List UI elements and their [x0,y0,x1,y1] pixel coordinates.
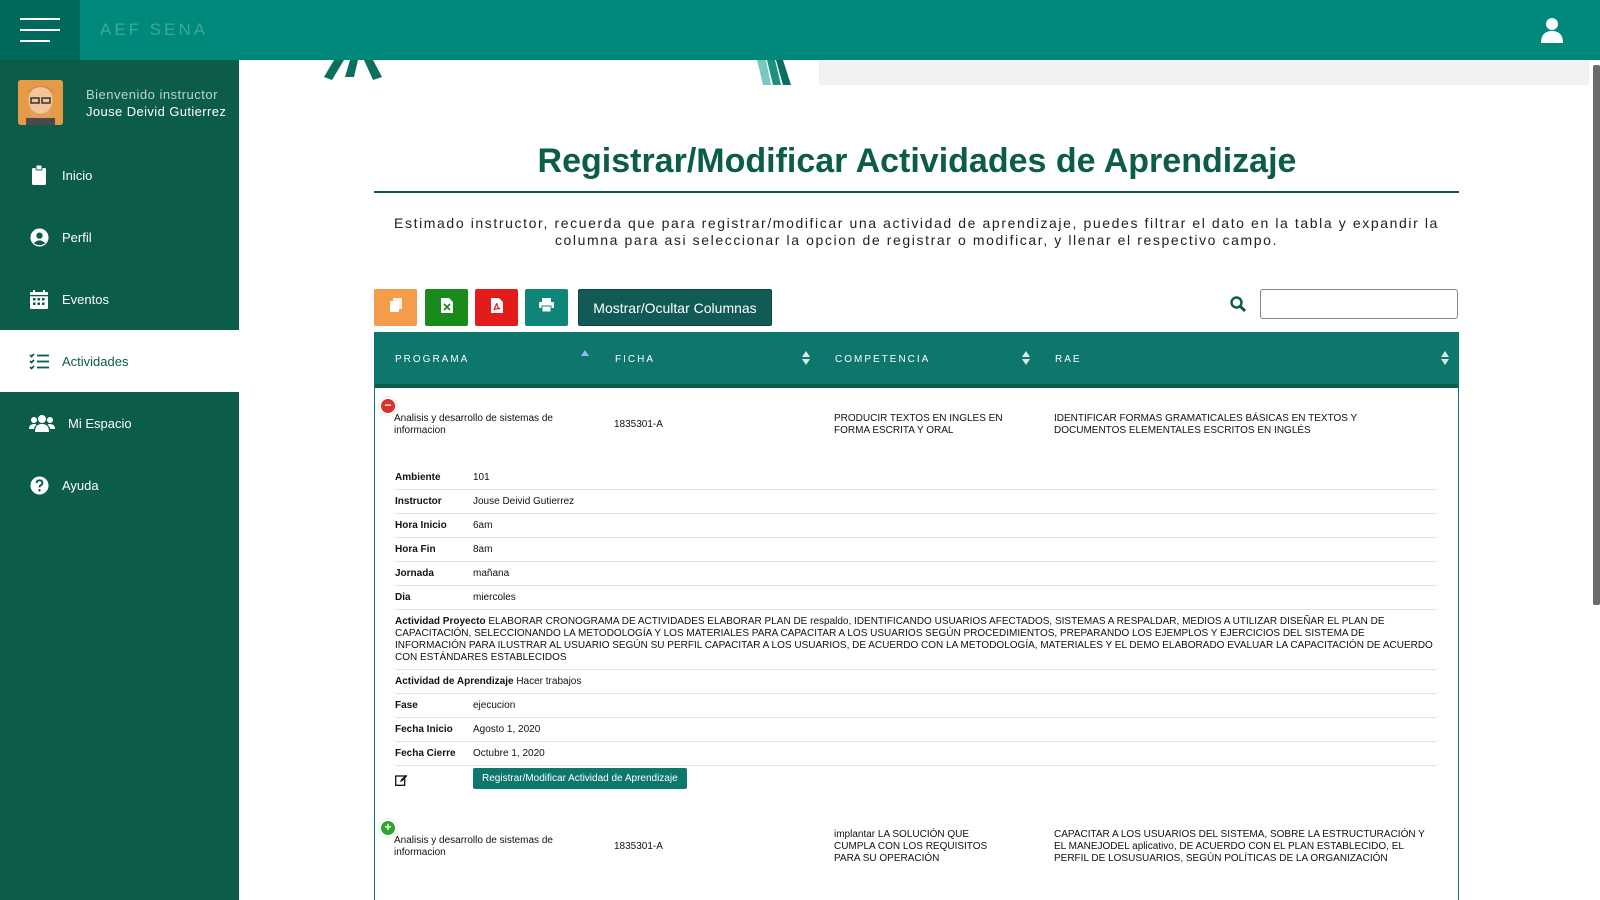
cell-rae: IDENTIFICAR FORMAS GRAMATICALES BÁSICAS … [1054,413,1358,436]
hamburger-line [20,40,50,42]
detail-actividad-aprendizaje: Actividad de Aprendizaje Hacer trabajos [395,670,1437,694]
sort-icon[interactable] [1441,350,1449,366]
detail-fecha-inicio: Fecha Inicio Agosto 1, 2020 [395,718,1437,742]
cell-rae: CAPACITAR A LOS USUARIOS DEL SISTEMA, SO… [1054,829,1425,864]
print-button[interactable] [525,289,568,326]
register-activity-button[interactable]: Registrar/Modificar Actividad de Aprendi… [473,768,687,789]
sidebar-item-label: Mi Espacio [68,415,132,431]
sort-icon[interactable] [1022,350,1030,366]
sidebar-item-eventos[interactable]: Eventos [0,268,239,330]
sidebar-item-label: Eventos [62,291,109,307]
user-profile: Bienvenido instructor Jouse Deivid Gutie… [0,60,239,150]
app-brand: AEF SENA [100,20,209,39]
sidebar-item-label: Inicio [62,167,93,183]
help-icon [28,474,50,496]
column-header-rae[interactable]: RAE [1055,354,1082,365]
cell-ficha: 1835301-A [614,841,663,852]
detail-hora-inicio: Hora Inicio 6am [395,514,1437,538]
search-icon [1230,296,1248,314]
task-list-icon [28,350,50,372]
sidebar-item-label: Ayuda [62,477,99,493]
excel-icon [440,297,453,318]
detail-actions: Registrar/Modificar Actividad de Aprendi… [395,766,1437,791]
row-detail: Ambiente 101 Instructor Jouse Deivid Gutie… [395,466,1437,791]
user-circle-icon [28,226,50,248]
cell-programa: Analisis y desarrollo de sistemas de inf… [394,413,553,436]
excel-button[interactable] [425,289,468,326]
main-content: Registrar/Modificar Actividades de Apren… [239,60,1600,900]
sidebar-item-perfil[interactable]: Perfil [0,206,239,268]
toggle-columns-button[interactable]: Mostrar/Ocultar Columnas [578,289,772,326]
column-header-programa[interactable]: PROGRAMA [395,354,469,365]
pdf-icon [490,297,503,318]
banner-strip [239,60,1600,85]
detail-hora-fin: Hora Fin 8am [395,538,1437,562]
banner-grey [819,60,1589,85]
user-name: Jouse Deivid Gutierrez [86,104,227,119]
user-menu-icon[interactable] [1540,17,1564,43]
detail-fecha-cierre: Fecha Cierre Octubre 1, 2020 [395,742,1437,766]
print-icon [539,298,554,317]
edit-icon [395,773,408,791]
column-header-ficha[interactable]: FICHA [615,354,655,365]
detail-dia: Dia miercoles [395,586,1437,610]
scrollbar[interactable] [1593,65,1600,605]
search-input[interactable] [1260,289,1458,319]
sidebar-item-actividades[interactable]: Actividades [0,330,239,392]
sidebar-item-ayuda[interactable]: Ayuda [0,454,239,516]
hamburger-line [20,18,60,20]
pdf-button[interactable] [475,289,518,326]
table-header: PROGRAMA FICHA COMPETENCIA RAE [375,332,1458,388]
detail-actividad-proyecto: Actividad Proyecto ELABORAR CRONOGRAMA D… [395,610,1437,670]
sidebar-item-label: Actividades [62,353,129,369]
detail-ambiente: Ambiente 101 [395,466,1437,490]
logo-fragment [757,60,791,85]
column-header-competencia[interactable]: COMPETENCIA [835,354,930,365]
cell-ficha: 1835301-A [614,419,663,430]
cell-competencia: implantar LA SOLUCIÓN QUE CUMPLA CON LOS… [834,829,988,864]
top-bar: AEF SENA [0,0,1600,60]
sort-asc-icon[interactable] [581,349,589,357]
welcome-text: Bienvenido instructor [86,87,218,102]
cell-competencia: PRODUCIR TEXTOS EN INGLES EN FORMA ESCRI… [834,413,1003,436]
detail-fase: Fase ejecucion [395,694,1437,718]
menu-toggle-button[interactable] [0,0,80,60]
detail-jornada: Jornada mañana [395,562,1437,586]
hamburger-line [20,29,60,31]
sidebar-item-inicio[interactable]: Inicio [0,144,239,206]
sidebar-item-mi-espacio[interactable]: Mi Espacio [0,392,239,454]
clipboard-icon [28,164,50,186]
intro-text: Estimado instructor, recuerda que para r… [394,215,1439,248]
avatar [18,80,63,125]
detail-instructor: Instructor Jouse Deivid Gutierrez [395,490,1437,514]
page-title: Registrar/Modificar Actividades de Apren… [537,142,1297,180]
activities-table: PROGRAMA FICHA COMPETENCIA RAE − Analisi… [374,332,1459,900]
sort-icon[interactable] [802,350,810,366]
copy-button[interactable] [374,289,417,326]
copy-icon [389,298,402,317]
collapse-row-button[interactable]: − [381,399,395,413]
expand-row-button[interactable]: + [381,821,395,835]
sidebar: Bienvenido instructor Jouse Deivid Gutie… [0,60,239,900]
users-icon [28,412,56,434]
cell-programa: Analisis y desarrollo de sistemas de inf… [394,835,553,858]
table-row[interactable]: − Analisis y desarrollo de sistemas de i… [375,392,1458,452]
logo-fragment [324,60,382,80]
title-divider [374,191,1459,193]
table-row[interactable]: + Analisis y desarrollo de sistemas de i… [375,816,1458,886]
sidebar-item-label: Perfil [62,229,92,245]
calendar-icon [28,288,50,310]
